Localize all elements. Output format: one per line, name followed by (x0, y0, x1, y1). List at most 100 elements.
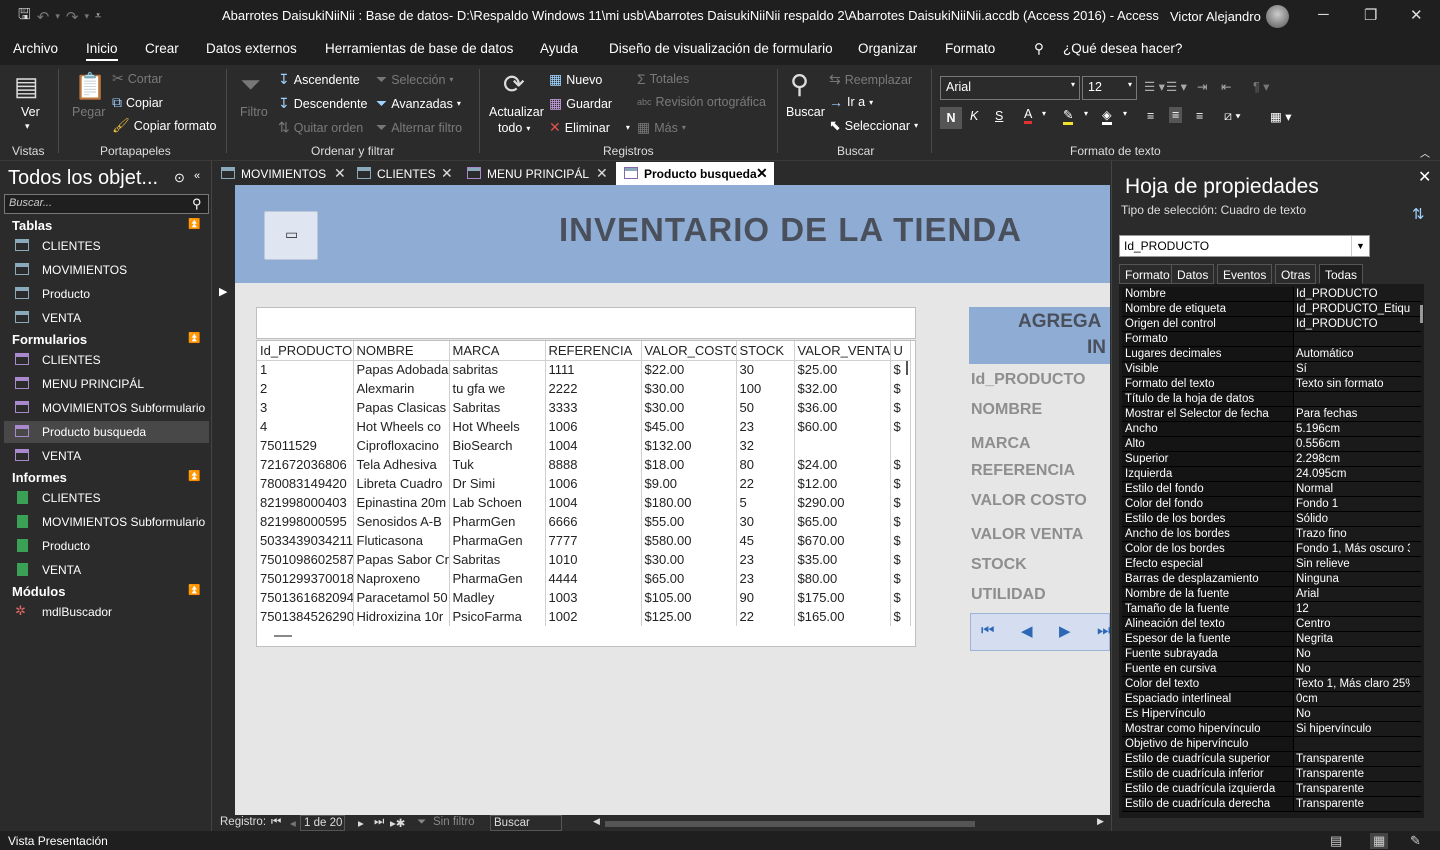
table-cell[interactable]: 2222 (545, 379, 642, 398)
next-record-icon[interactable]: ▶ (1059, 622, 1071, 640)
redo-dropdown-icon[interactable]: ▾ (84, 11, 89, 22)
property-value[interactable]: Trazo fino (1294, 527, 1410, 541)
goto-button[interactable]: Ir a (847, 95, 865, 109)
tab-crear[interactable]: Crear (145, 41, 179, 56)
table-cell[interactable] (794, 436, 891, 455)
table-row[interactable]: 7501299370018 Naproxeno PharmaGen 4444 $65.0… (257, 569, 911, 588)
property-row[interactable]: Lugares decimales Automático (1122, 347, 1421, 362)
format-painter-button[interactable]: Copiar formato (134, 119, 217, 133)
tab-producto-busqueda[interactable]: Producto busqueda ✕ (616, 162, 774, 185)
close-icon[interactable]: ✕ (1418, 167, 1431, 187)
table-row[interactable]: 4 Hot Wheels co Hot Wheels 1006 $45.00 23 $60.… (257, 417, 911, 436)
prop-tab-datos[interactable]: Datos (1171, 264, 1215, 284)
table-cell[interactable]: Hot Wheels (449, 417, 546, 436)
table-cell[interactable]: 7501098602587 (257, 550, 354, 569)
property-value[interactable]: Id_PRODUCTO_Etiqueta (1294, 302, 1410, 316)
table-cell[interactable]: 22 (736, 474, 795, 493)
tab-menu-principal[interactable]: MENU PRINCIPÁL ✕ (459, 162, 616, 185)
property-value[interactable]: Transparente (1294, 782, 1410, 796)
find-button[interactable]: Buscar (786, 105, 825, 119)
property-value[interactable]: Para fechas (1294, 407, 1410, 421)
last-record-nav-icon[interactable]: ⏭ (374, 816, 384, 829)
column-header[interactable]: U (890, 341, 911, 361)
table-cell[interactable]: 1004 (545, 493, 642, 512)
table-cell[interactable]: PharmaGen (449, 531, 546, 550)
property-value[interactable]: Arial (1294, 587, 1410, 601)
table-cell[interactable]: 75011529 (257, 436, 354, 455)
filter-status[interactable]: Sin filtro (433, 816, 475, 828)
table-cell[interactable]: 7501361682094 (257, 588, 354, 607)
table-cell[interactable]: Sabritas (449, 550, 546, 569)
more-button[interactable]: Más (654, 121, 678, 135)
property-value[interactable]: Id_PRODUCTO (1294, 317, 1410, 331)
decrease-indent-icon[interactable]: ⇤ (1221, 79, 1231, 94)
prop-tab-otras[interactable]: Otras (1275, 264, 1317, 284)
table-cell[interactable]: $45.00 (641, 417, 737, 436)
table-cell[interactable]: $ (890, 493, 911, 512)
last-record-icon[interactable]: ⏭ (1097, 622, 1111, 639)
grid-vertical-scrollbar[interactable] (906, 361, 908, 375)
table-cell[interactable]: 5 (736, 493, 795, 512)
bold-button[interactable]: N (940, 107, 962, 129)
property-row[interactable]: Fuente subrayada No (1122, 647, 1421, 662)
table-cell[interactable]: $125.00 (641, 607, 737, 626)
property-row[interactable]: Espesor de la fuente Negrita (1122, 632, 1421, 647)
tab-formato[interactable]: Formato (945, 41, 995, 56)
table-row[interactable]: 821998000595 Senosidos A-B PharmGen 6666 $55… (257, 512, 911, 531)
table-cell[interactable]: 4444 (545, 569, 642, 588)
table-row[interactable]: 780083149420 Libreta Cuadro Dr Simi 1006 $9.… (257, 474, 911, 493)
highlight-dropdown-icon[interactable]: ▾ (1084, 109, 1088, 118)
table-cell[interactable]: 4 (257, 417, 354, 436)
increase-indent-icon[interactable]: ⇥ (1197, 79, 1207, 94)
property-value[interactable]: Transparente (1294, 797, 1410, 811)
tab-datos-externos[interactable]: Datos externos (206, 41, 297, 56)
property-row[interactable]: Nombre Id_PRODUCTO (1122, 287, 1421, 302)
table-cell[interactable]: 1003 (545, 588, 642, 607)
table-cell[interactable]: $36.00 (794, 398, 891, 417)
table-cell[interactable]: $ (890, 379, 911, 398)
property-row[interactable]: Ancho 5.196cm (1122, 422, 1421, 437)
nav-menu-icon[interactable]: ⊙ (174, 170, 185, 186)
tab-archivo[interactable]: Archivo (13, 41, 58, 56)
table-cell[interactable]: 8888 (545, 455, 642, 474)
property-row[interactable]: Estilo de cuadrícula izquierda Transparen… (1122, 782, 1421, 797)
nav-search-icon[interactable]: ⚲ (192, 196, 202, 212)
table-cell[interactable]: 7501384526290 (257, 607, 354, 626)
property-row[interactable]: Origen del control Id_PRODUCTO (1122, 317, 1421, 332)
table-cell[interactable]: Libreta Cuadro (353, 474, 450, 493)
font-name-select[interactable]: Arial ▾ (940, 76, 1080, 100)
property-value[interactable]: 5.196cm (1294, 422, 1410, 436)
tab-ayuda[interactable]: Ayuda (540, 41, 578, 56)
table-cell[interactable]: Naproxeno (353, 569, 450, 588)
search-textbox[interactable] (256, 307, 916, 339)
align-right-icon[interactable]: ≡ (1196, 109, 1203, 123)
sort-icon[interactable]: ⇅ (1412, 205, 1425, 223)
table-cell[interactable]: $32.00 (794, 379, 891, 398)
tell-me-input[interactable]: ¿Qué desea hacer? (1063, 41, 1182, 56)
property-row[interactable]: Estilo del fondo Normal (1122, 482, 1421, 497)
property-row[interactable]: Color de los bordesFondo 1, Más oscuro 3… (1122, 542, 1421, 557)
align-left-icon[interactable]: ≡ (1147, 109, 1154, 123)
column-header[interactable]: Id_PRODUCTO (257, 341, 354, 361)
property-row[interactable]: Alto 0.556cm (1122, 437, 1421, 452)
table-cell[interactable]: 5033439034211 (257, 531, 354, 550)
property-row[interactable]: Estilo de los bordes Sólido (1122, 512, 1421, 527)
collapse-ribbon-icon[interactable]: ︿ (1420, 145, 1430, 160)
property-value[interactable]: Negrita (1294, 632, 1410, 646)
table-cell[interactable]: PharmGen (449, 512, 546, 531)
prev-record-nav-icon[interactable]: ◂ (290, 816, 296, 830)
table-cell[interactable]: 7501299370018 (257, 569, 354, 588)
nav-item-module-buscador[interactable]: ✲ mdlBuscador (4, 601, 209, 623)
table-row[interactable]: 2 Alexmarin tu gfa we 2222 $30.00 100 $32.00 $ (257, 379, 911, 398)
table-cell[interactable]: $290.00 (794, 493, 891, 512)
customize-qat-icon[interactable]: ⩡ (95, 10, 101, 23)
property-value[interactable]: Automático (1294, 347, 1410, 361)
font-size-select[interactable]: 12 ▾ (1082, 76, 1137, 100)
table-row[interactable]: 7501361682094 Paracetamol 50 Madley 1003 $10… (257, 588, 911, 607)
table-cell[interactable]: Ciprofloxacino (353, 436, 450, 455)
table-cell[interactable]: Madley (449, 588, 546, 607)
table-cell[interactable]: $132.00 (641, 436, 737, 455)
property-row[interactable]: Mostrar el Selector de fecha Para fechas (1122, 407, 1421, 422)
refresh-all-label-2[interactable]: todo (498, 121, 522, 135)
numbering-icon[interactable]: ☰ ▾ (1166, 79, 1187, 94)
